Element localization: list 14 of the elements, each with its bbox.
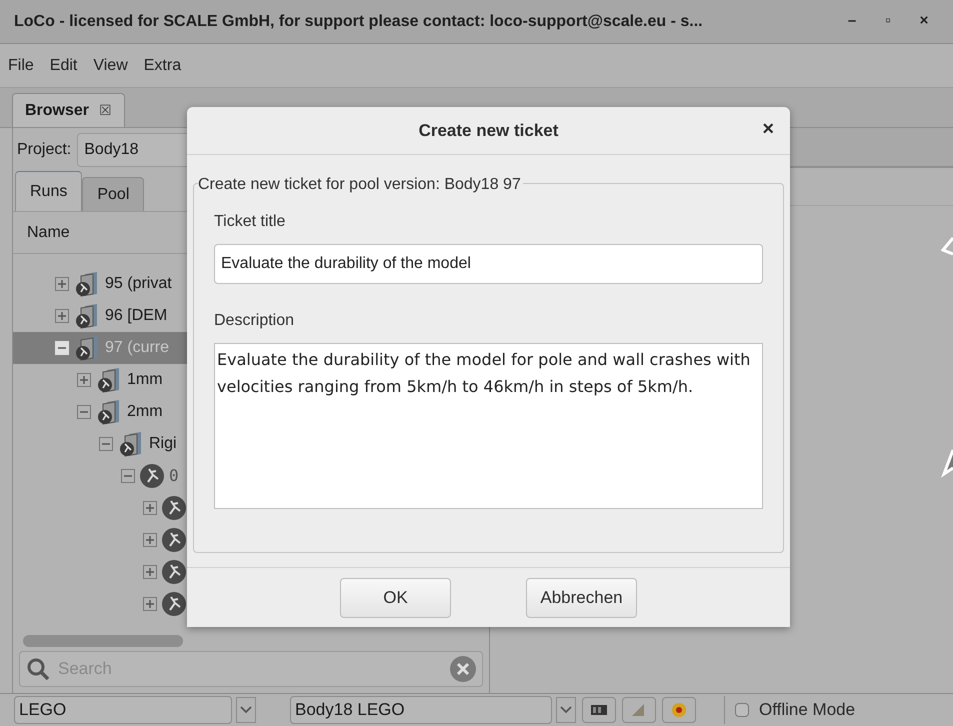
- offline-label: Offline Mode: [759, 699, 856, 722]
- tree-item-label: 0: [169, 465, 179, 487]
- tree-item-label: 97 (curre: [105, 338, 170, 358]
- tab-label: Browser: [25, 100, 90, 120]
- dialog-title: Create new ticket: [418, 120, 558, 142]
- tree-item-label: 95 (privat: [105, 274, 172, 294]
- window-title: LoCo - licensed for SCALE GmbH, for support please contact: loco-support@scale.eu - s...: [14, 12, 704, 32]
- field-label: Description: [214, 311, 296, 331]
- field-label: Ticket title: [214, 212, 286, 232]
- tree-item-label: 1mm: [127, 370, 163, 390]
- tree-item-label: Rigi: [149, 434, 177, 454]
- tree-item-label: 2mm: [127, 402, 163, 422]
- tree-item-label: 96 [DEM: [105, 306, 168, 326]
- project-label: Project:: [17, 140, 72, 160]
